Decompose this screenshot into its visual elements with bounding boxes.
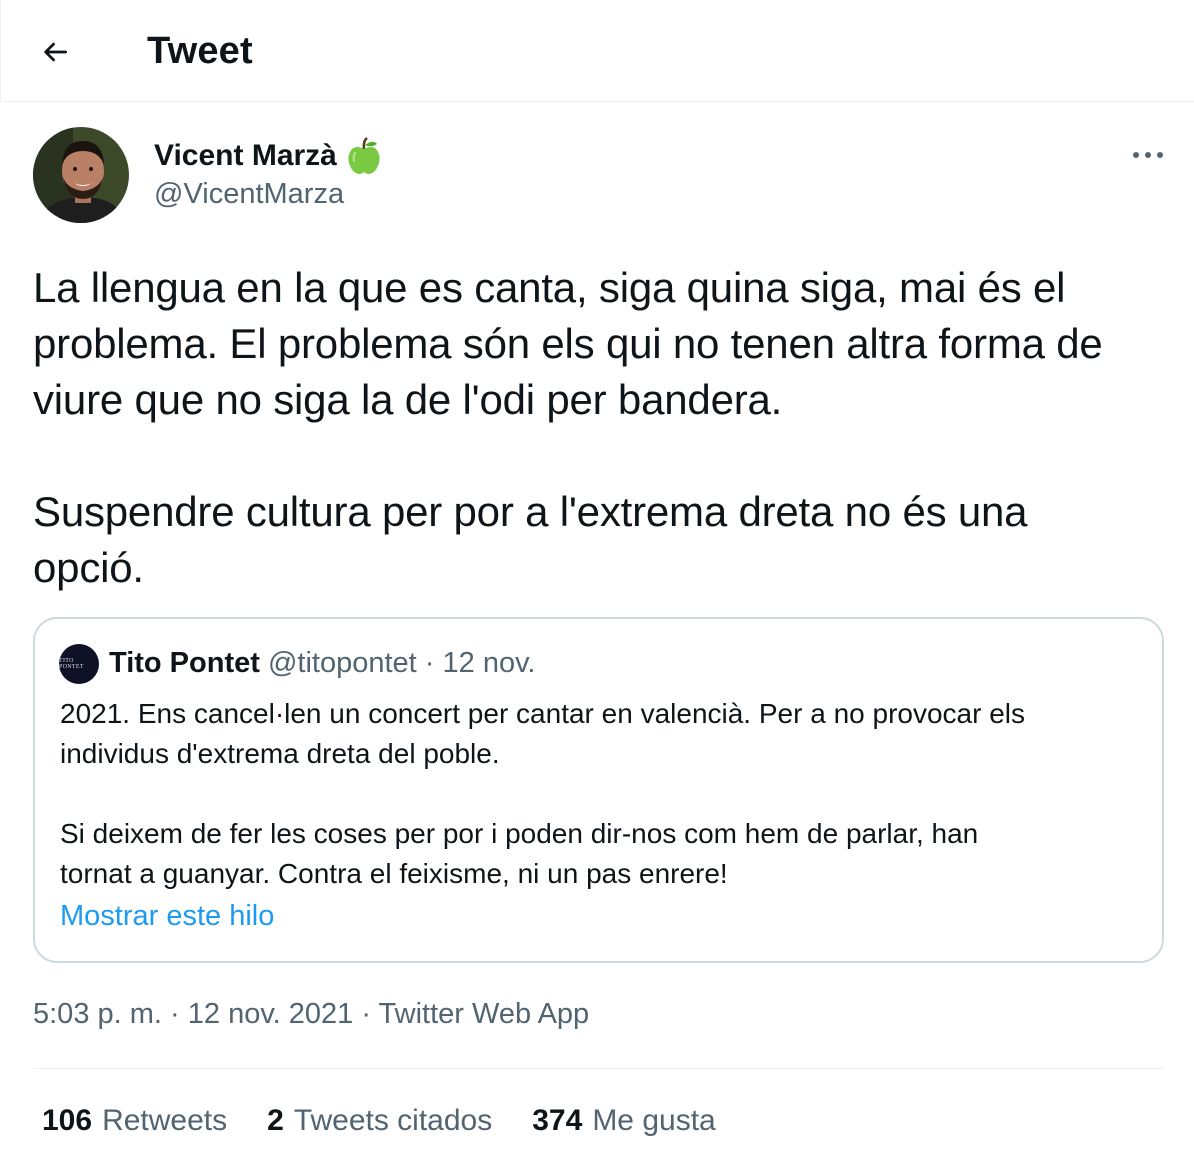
show-thread-link[interactable]: Mostrar este hilo — [60, 900, 274, 933]
author-name-text: Vicent Marzà — [154, 139, 337, 172]
quoted-header: Tito Pontet @titopontet · 12 nov. — [109, 647, 535, 680]
likes-count: 374 — [532, 1104, 583, 1137]
retweets-label: Retweets — [102, 1104, 228, 1137]
avatar-photo — [33, 127, 129, 223]
quotes-stat[interactable]: 2 Tweets citados — [267, 1104, 492, 1138]
divider — [33, 1068, 1164, 1069]
tweet-date[interactable]: 12 nov. 2021 — [188, 998, 354, 1030]
back-button[interactable] — [25, 22, 85, 82]
tweet-timestamp: 5:03 p. m. · 12 nov. 2021 · Twitter Web … — [33, 998, 589, 1031]
more-dot — [1157, 152, 1163, 158]
quotes-count: 2 — [267, 1104, 284, 1137]
likes-stat[interactable]: 374 Me gusta — [532, 1104, 715, 1138]
quoted-text: 2021. Ens cancel·len un concert per cant… — [60, 698, 1026, 889]
quoted-separator: · — [416, 647, 443, 679]
author-handle[interactable]: @VicentMarza — [154, 178, 344, 211]
tweet-source[interactable]: Twitter Web App — [379, 998, 590, 1030]
quoted-avatar-logo: TITO PONTET — [59, 658, 84, 670]
tweet-stats: 106 Retweets 2 Tweets citados 374 Me gusta — [42, 1104, 716, 1138]
retweets-count: 106 — [42, 1104, 93, 1137]
quoted-author-handle[interactable]: @titopontet — [268, 647, 417, 679]
quoted-date[interactable]: 12 nov. — [443, 647, 536, 679]
arrow-left-icon — [44, 42, 67, 62]
retweets-stat[interactable]: 106 Retweets — [42, 1104, 227, 1138]
quoted-author-name[interactable]: Tito Pontet — [109, 647, 260, 679]
meta-separator: · — [353, 998, 379, 1030]
top-bar: Tweet — [0, 0, 1194, 102]
more-button[interactable] — [1120, 135, 1176, 175]
more-dots-icon — [1133, 152, 1139, 158]
author-avatar[interactable] — [33, 127, 129, 223]
more-dot — [1145, 152, 1151, 158]
tweet-text: La llengua en la que es canta, siga quin… — [33, 264, 1103, 591]
quotes-label: Tweets citados — [293, 1104, 493, 1137]
green-apple-icon — [348, 137, 380, 174]
author-name[interactable]: Vicent Marzà — [154, 137, 381, 175]
quoted-avatar[interactable]: TITO PONTET — [59, 644, 99, 684]
page-title: Tweet — [147, 30, 253, 72]
meta-separator: · — [161, 998, 188, 1030]
tweet-time[interactable]: 5:03 p. m. — [33, 998, 162, 1030]
likes-label: Me gusta — [592, 1104, 716, 1137]
